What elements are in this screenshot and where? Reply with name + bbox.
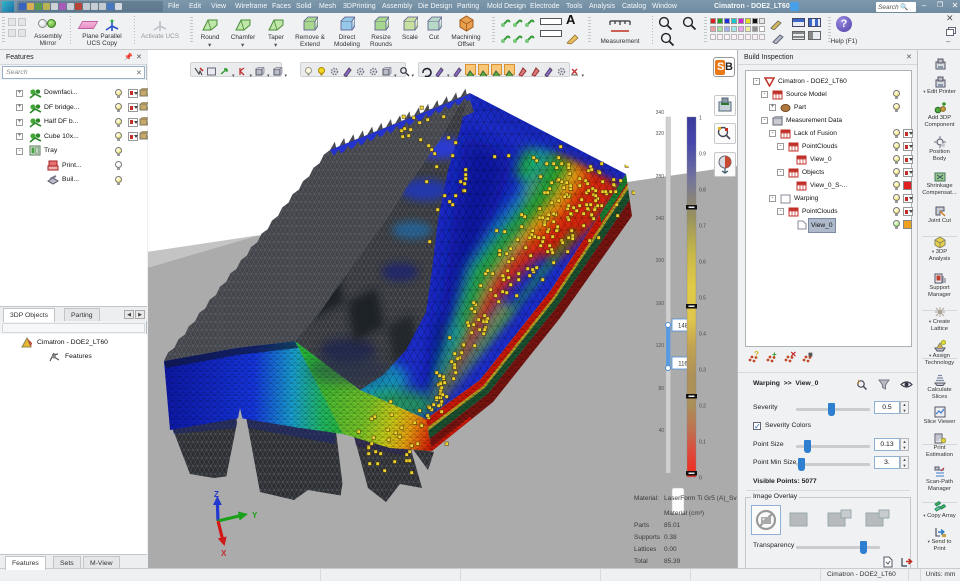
svg-text:1: 1 — [699, 116, 702, 122]
svg-text:0.4: 0.4 — [699, 332, 706, 338]
svg-text:85.39: 85.39 — [664, 558, 681, 565]
svg-text:Y: Y — [252, 511, 258, 520]
svg-text:0.8: 0.8 — [699, 188, 706, 194]
svg-text:0.7: 0.7 — [699, 224, 706, 230]
svg-text:0: 0 — [699, 476, 702, 482]
svg-text:0.1: 0.1 — [699, 440, 706, 446]
svg-text:X: X — [221, 549, 227, 558]
svg-text:200: 200 — [656, 258, 665, 264]
svg-text:340: 340 — [656, 110, 665, 116]
svg-text:Total: Total — [634, 558, 648, 565]
svg-text:Parts: Parts — [634, 522, 650, 529]
svg-text:0.9: 0.9 — [699, 152, 706, 158]
svg-text:40: 40 — [658, 428, 664, 434]
svg-text:85.01: 85.01 — [664, 522, 681, 529]
svg-text:0.00: 0.00 — [664, 546, 677, 553]
svg-text:120: 120 — [656, 343, 665, 349]
svg-text:0.38: 0.38 — [664, 534, 677, 541]
svg-text:0.6: 0.6 — [699, 260, 706, 266]
svg-text:80: 80 — [658, 386, 664, 392]
svg-text:0.5: 0.5 — [699, 296, 706, 302]
svg-text:Material (cm³): Material (cm³) — [664, 510, 704, 517]
svg-text:Lattices: Lattices — [634, 546, 657, 553]
svg-text:Material:: Material: — [634, 495, 659, 502]
svg-text:240: 240 — [656, 216, 665, 222]
svg-text:Z: Z — [214, 490, 219, 499]
svg-text:LaserForm Ti Gr5 (A)_Sv6: LaserForm Ti Gr5 (A)_Sv6 — [664, 495, 737, 502]
svg-text:280: 280 — [656, 174, 665, 180]
svg-text:0.3: 0.3 — [699, 368, 706, 374]
svg-text:320: 320 — [656, 131, 665, 137]
svg-text:0.2: 0.2 — [699, 404, 706, 410]
svg-text:Supports: Supports — [634, 534, 661, 541]
svg-text:160: 160 — [656, 301, 665, 307]
